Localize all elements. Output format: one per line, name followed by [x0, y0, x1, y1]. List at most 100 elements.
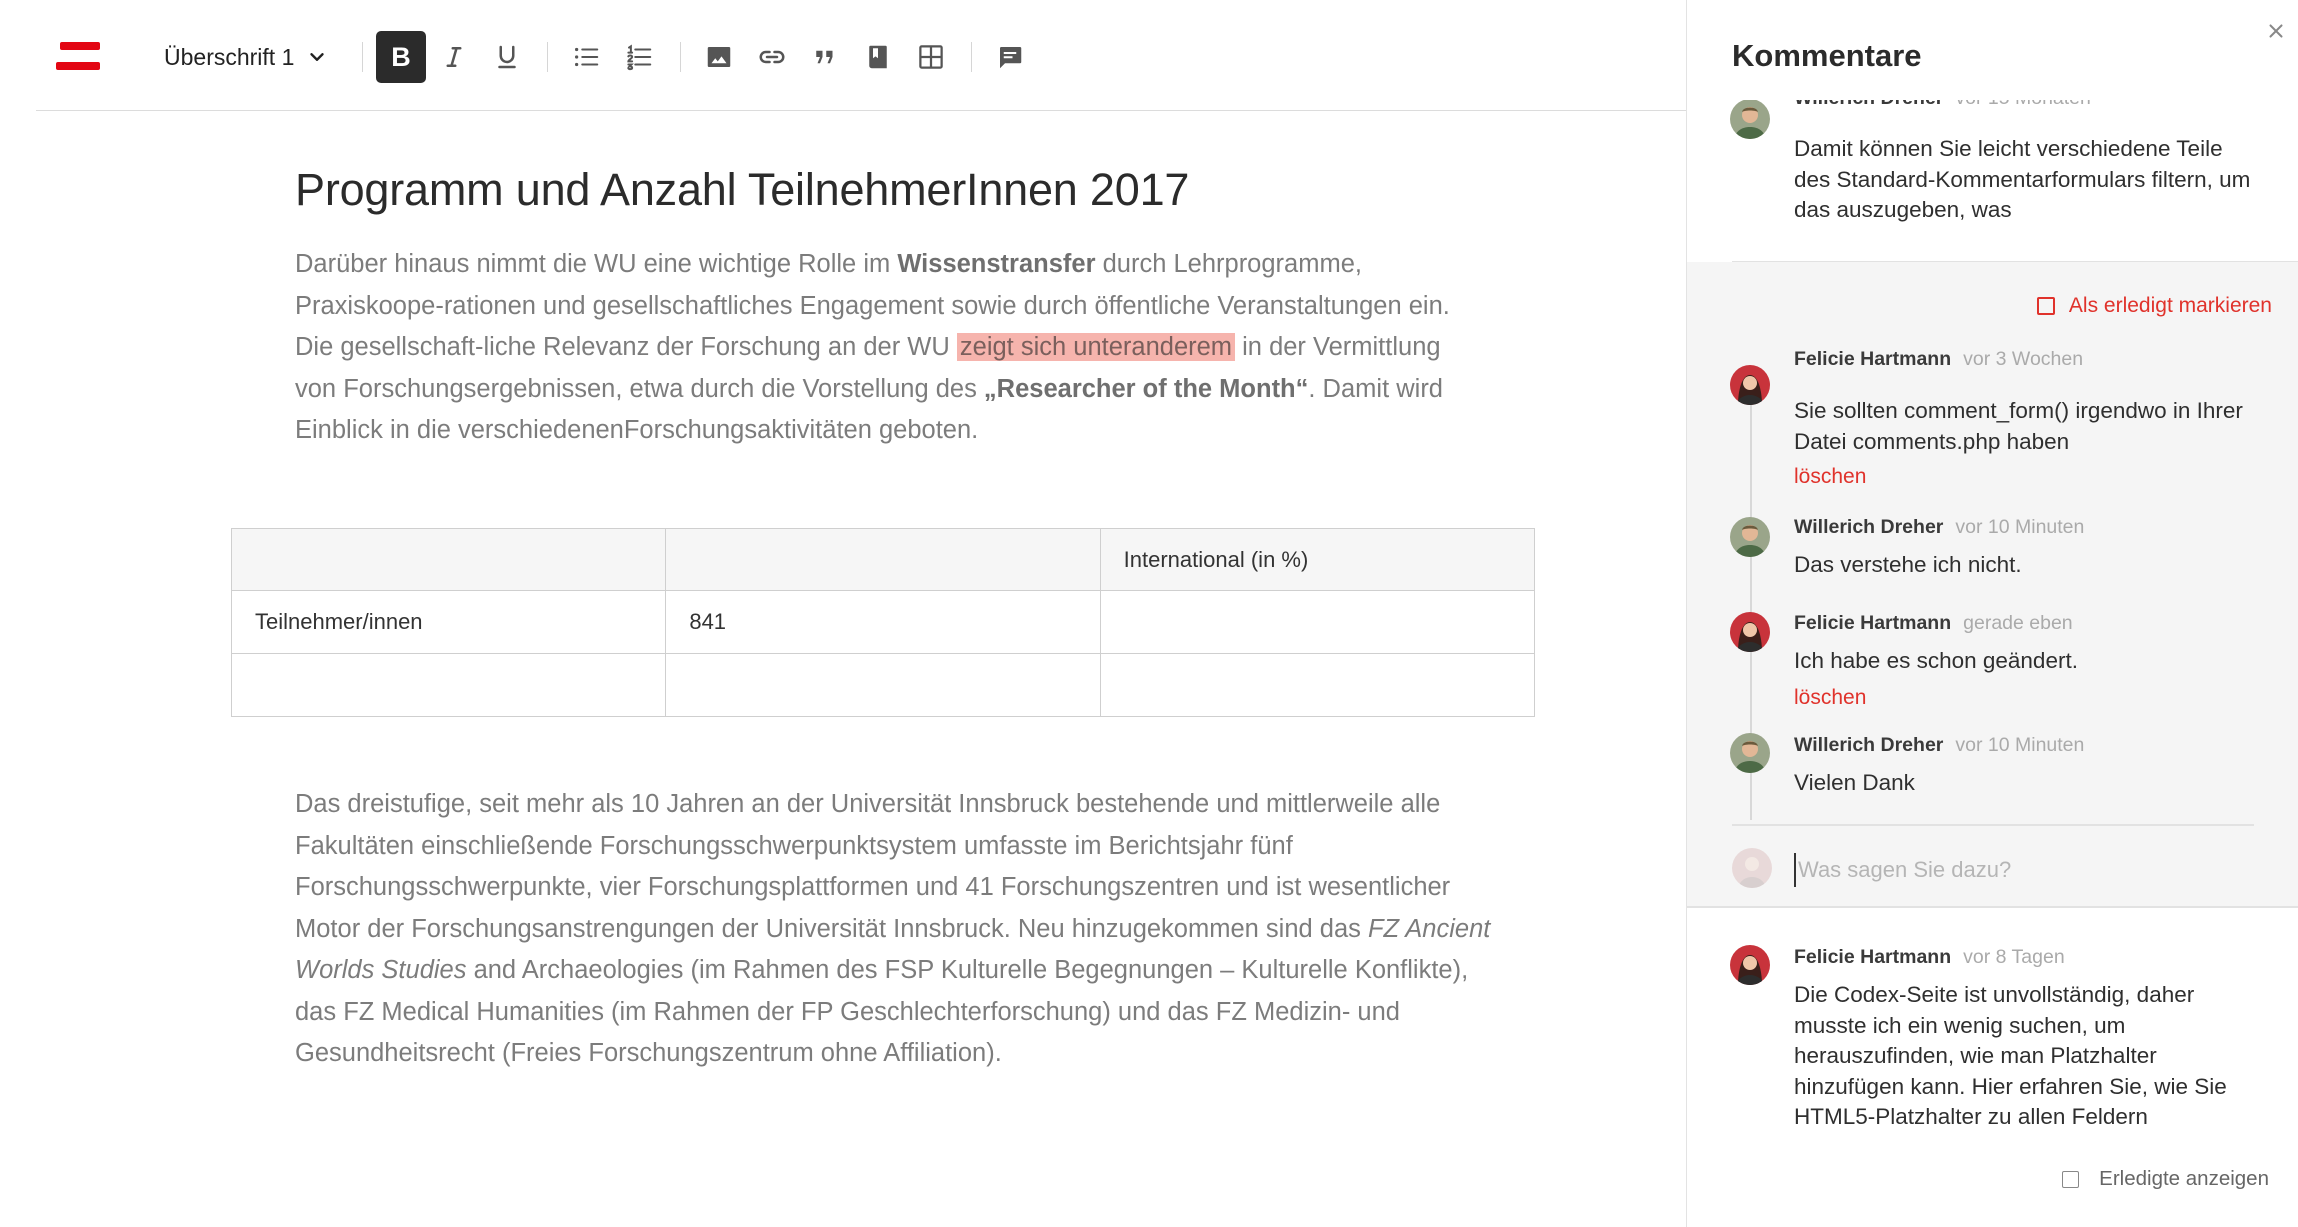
mark-resolved-button[interactable]: Als erledigt markieren — [2036, 294, 2272, 318]
insert-book-button[interactable] — [853, 31, 903, 83]
image-icon — [707, 47, 731, 67]
table-row: Teilnehmer/innen 841 — [230, 590, 1536, 654]
comment-thread[interactable]: Willerich Dreher vor 15 Monaten Damit kön… — [1687, 100, 2298, 263]
table-row — [230, 653, 1536, 717]
comment-time: vor 3 Wochen — [1963, 348, 2084, 370]
table-cell[interactable] — [665, 528, 1101, 591]
comments-panel: Kommentare Willerich Dreher vor 15 Monate… — [1686, 0, 2298, 1227]
toolbar-separator — [547, 42, 548, 72]
comment-author: Willerich Dreher — [1794, 100, 1943, 109]
comment-meta: Willerich Dreher vor 10 Minuten — [1794, 734, 2084, 757]
comment-author: Felicie Hartmann — [1794, 946, 1952, 968]
comment-time: vor 15 Monaten — [1955, 100, 2091, 109]
italic-button[interactable] — [429, 31, 479, 83]
avatar-male-icon — [1730, 100, 1770, 139]
quote-button[interactable] — [800, 31, 850, 83]
avatar-current-user-icon — [1732, 848, 1772, 888]
table-cell[interactable] — [230, 528, 667, 591]
delete-comment-button[interactable]: löschen — [1794, 686, 1866, 710]
numbered-list-icon — [627, 44, 652, 71]
insert-image-button[interactable] — [694, 31, 744, 83]
comments-footer: Erledigte anzeigen — [1687, 1140, 2298, 1227]
italic-icon — [446, 47, 462, 67]
table-row: International (in %) — [230, 528, 1536, 591]
link-icon — [759, 50, 785, 64]
thread-divider — [1687, 906, 2298, 908]
numbered-list-button[interactable] — [614, 31, 664, 83]
section-heading[interactable]: Programm und Anzahl TeilnehmerInnen 2017 — [295, 164, 1189, 216]
reply-input[interactable] — [1794, 853, 2274, 887]
comment-author: Willerich Dreher — [1794, 734, 1944, 756]
avatar — [1730, 517, 1770, 557]
insert-link-button[interactable] — [747, 31, 797, 83]
table-icon — [919, 45, 943, 69]
avatar-male-icon — [1730, 733, 1770, 773]
comment-meta: Willerich Dreher vor 10 Minuten — [1794, 516, 2084, 539]
comment-author: Felicie Hartmann — [1794, 612, 1952, 634]
comment-meta: Felicie Hartmann gerade eben — [1794, 612, 2073, 635]
comment-meta: Felicie Hartmann vor 3 Wochen — [1794, 348, 2083, 371]
comment-time: vor 10 Minuten — [1955, 516, 2085, 538]
comment-author: Felicie Hartmann — [1794, 348, 1952, 370]
table-cell[interactable]: 841 — [665, 590, 1101, 654]
chevron-down-icon — [310, 53, 325, 61]
comment-author: Willerich Dreher — [1794, 516, 1944, 538]
bold-text: Wissenstransfer — [897, 250, 1096, 278]
paragraph-style-dropdown[interactable]: Überschrift 1 — [164, 38, 328, 76]
table-cell[interactable]: International (in %) — [1099, 528, 1536, 591]
paragraph-style-label: Überschrift 1 — [164, 43, 295, 70]
add-comment-button[interactable] — [985, 31, 1035, 83]
bold-icon: B — [391, 41, 411, 72]
comments-list[interactable]: Willerich Dreher vor 15 Monaten Damit kön… — [1687, 100, 2298, 1140]
toolbar-separator — [680, 42, 681, 72]
editor-toolbar: Überschrift 1 B — [36, 0, 1686, 111]
avatar-female-icon — [1730, 945, 1770, 985]
close-icon[interactable] — [2265, 20, 2287, 42]
comment-time: vor 10 Minuten — [1955, 734, 2085, 756]
participants-table[interactable]: International (in %) Teilnehmer/innen 84… — [230, 528, 1536, 717]
paragraph-forschungsschwerpunkte[interactable]: Das dreistufige, seit mehr als 10 Jahren… — [295, 784, 1495, 1075]
comment-text: Das verstehe ich nicht. — [1794, 552, 2022, 577]
underline-button[interactable] — [482, 31, 532, 83]
comment-text: Damit können Sie leicht verschiedene Tei… — [1794, 136, 2251, 222]
quote-icon — [816, 50, 833, 64]
mark-resolved-label: Als erledigt markieren — [2068, 294, 2272, 317]
bold-text: „Researcher of the Month“ — [983, 374, 1309, 403]
avatar — [1730, 945, 1770, 985]
show-resolved-label: Erledigte anzeigen — [2099, 1167, 2269, 1190]
table-cell[interactable] — [1099, 590, 1536, 654]
comment-meta: Felicie Hartmann vor 8 Tagen — [1794, 946, 2065, 969]
table-cell[interactable] — [1099, 653, 1536, 717]
table-cell[interactable] — [230, 653, 667, 717]
underline-icon — [498, 45, 516, 69]
paragraph-text: and Archaeologies (im Rahmen des FSP Kul… — [295, 956, 1469, 1067]
editor-pane: Überschrift 1 B Programm und Anzahl Teil… — [0, 0, 1686, 1227]
avatar — [1730, 612, 1770, 652]
delete-comment-button[interactable]: löschen — [1794, 465, 1866, 489]
comment-icon — [1000, 47, 1022, 69]
logo-icon — [56, 42, 100, 72]
comment-meta: Willerich Dreher vor 15 Monaten — [1794, 100, 2091, 110]
paragraph-wissenstransfer[interactable]: Darüber hinaus nimmt die WU eine wichtig… — [295, 244, 1475, 452]
avatar — [1730, 733, 1770, 773]
table-cell[interactable] — [665, 653, 1101, 717]
checkbox-icon — [2036, 297, 2055, 315]
bullet-list-icon — [575, 47, 599, 67]
avatar — [1730, 365, 1770, 405]
comment-time: vor 8 Tagen — [1963, 946, 2065, 968]
toolbar-separator — [362, 42, 363, 72]
show-resolved-toggle[interactable]: Erledigte anzeigen — [2062, 1167, 2269, 1191]
bold-button[interactable]: B — [376, 31, 426, 83]
reply-box[interactable] — [1732, 833, 2298, 907]
toolbar-separator — [971, 42, 972, 72]
reply-divider — [1732, 824, 2254, 826]
comments-title: Kommentare — [1732, 38, 1922, 73]
bullet-list-button[interactable] — [561, 31, 611, 83]
comment-time: gerade eben — [1963, 612, 2073, 634]
commented-highlight[interactable]: zeigt sich unteranderem — [956, 333, 1236, 361]
avatar-female-icon — [1730, 612, 1770, 652]
table-cell[interactable]: Teilnehmer/innen — [230, 590, 667, 654]
comment-text: Sie sollten comment_form() irgendwo in I… — [1794, 398, 2243, 454]
avatar-female-icon — [1730, 365, 1770, 405]
insert-table-button[interactable] — [906, 31, 956, 83]
